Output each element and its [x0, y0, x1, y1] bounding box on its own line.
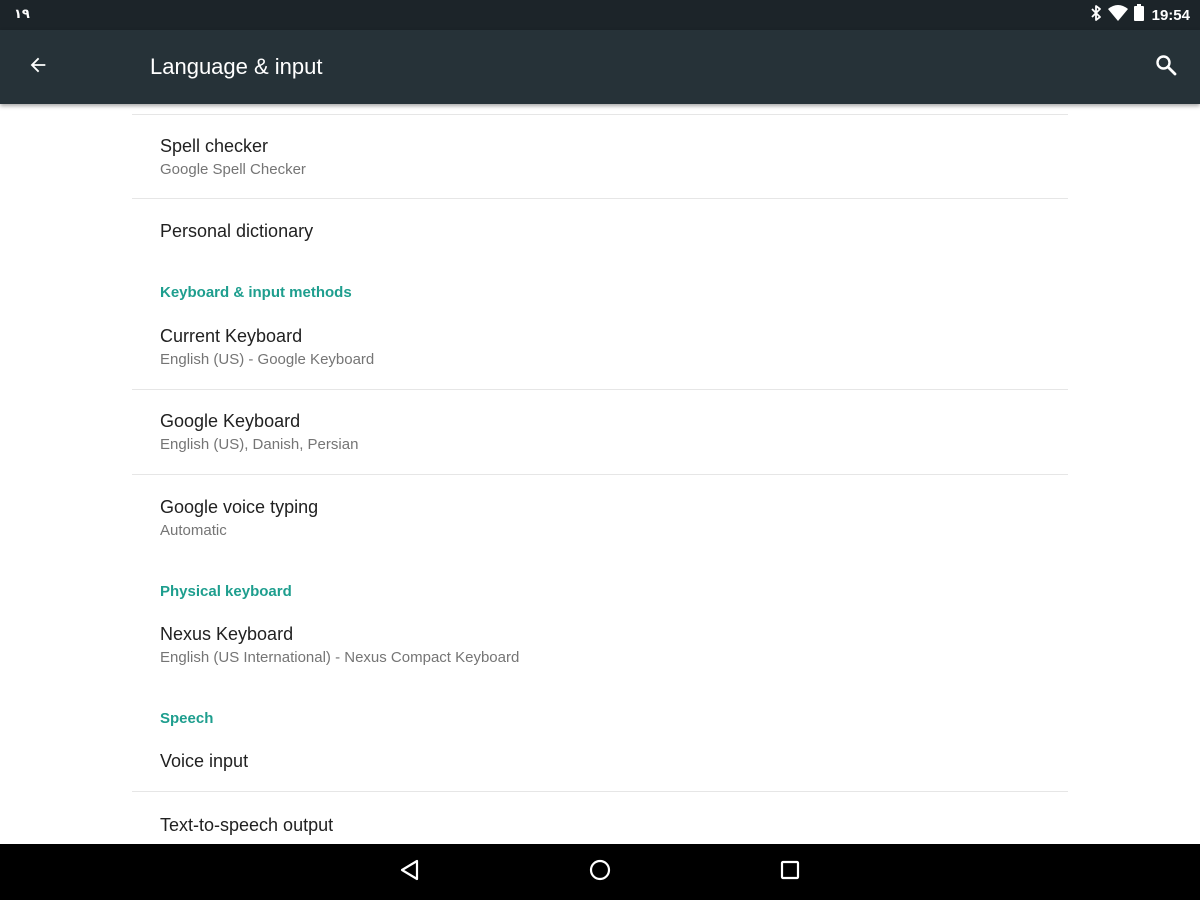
physical-keyboard-header: Physical keyboard: [160, 583, 292, 600]
bluetooth-icon: [1090, 4, 1102, 27]
tts-output-title: Text-to-speech output: [160, 815, 334, 835]
navigation-bar: [0, 844, 1200, 900]
status-time: 19:54: [1151, 6, 1190, 24]
nexus-keyboard-summary: English (US International) - Nexus Compa…: [160, 649, 520, 666]
search-icon: [1154, 53, 1178, 82]
voice-input-title: Voice input: [160, 751, 249, 771]
preference-list: Spell checker Google Spell Checker Perso…: [0, 104, 1200, 844]
google-voice-typing-summary: Automatic: [160, 522, 227, 539]
page-title: Language & input: [150, 54, 323, 79]
nav-recents-button[interactable]: [774, 856, 806, 888]
recents-square-icon: [779, 859, 801, 886]
status-bar: ۱۹ 19:54: [0, 0, 1200, 30]
current-keyboard-summary: English (US) - Google Keyboard: [160, 351, 375, 368]
spell-checker-summary: Google Spell Checker: [160, 161, 306, 178]
spell-checker-title: Spell checker: [160, 136, 269, 156]
google-keyboard-item[interactable]: [132, 390, 1068, 474]
keyboard-input-methods-header: Keyboard & input methods: [160, 284, 352, 301]
toolbar: Language & input: [0, 30, 1200, 104]
home-circle-icon: [588, 858, 612, 887]
google-keyboard-title: Google Keyboard: [160, 411, 301, 431]
spell-checker-item[interactable]: [132, 115, 1068, 198]
status-icons: 19:54: [1090, 4, 1190, 26]
current-keyboard-title: Current Keyboard: [160, 326, 303, 346]
voice-input-item[interactable]: [132, 736, 1068, 791]
search-button[interactable]: [1148, 49, 1184, 85]
google-voice-typing-title: Google voice typing: [160, 497, 319, 517]
google-keyboard-summary: English (US), Danish, Persian: [160, 436, 359, 453]
wifi-icon: [1107, 4, 1128, 26]
nexus-keyboard-title: Nexus Keyboard: [160, 624, 294, 644]
back-triangle-icon: [399, 859, 421, 886]
personal-dictionary-title: Personal dictionary: [160, 221, 314, 241]
speech-header: Speech: [160, 710, 214, 727]
status-left-text: ۱۹: [14, 6, 30, 21]
arrow-back-icon: [27, 54, 49, 81]
settings-screen: ۱۹ 19:54 Language & input Spell checker …: [0, 0, 1200, 900]
back-button[interactable]: [20, 49, 56, 85]
nav-back-button[interactable]: [394, 856, 426, 888]
nav-home-button[interactable]: [584, 856, 616, 888]
battery-icon: [1133, 4, 1144, 26]
